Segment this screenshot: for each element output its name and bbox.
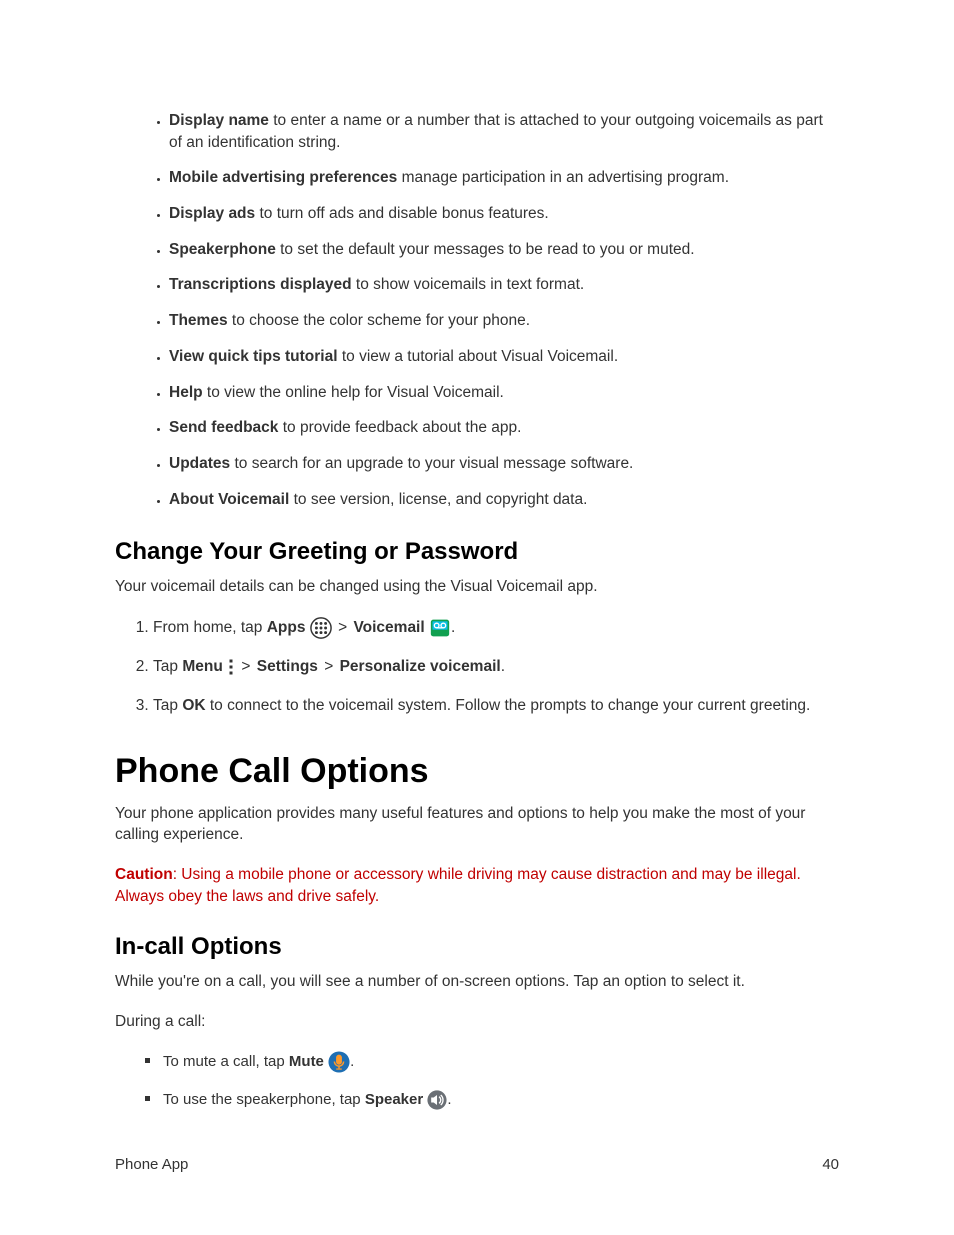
list-item: Updates to search for an upgrade to your… [169,453,839,475]
footer-section-title: Phone App [115,1156,188,1173]
item-desc: to show voicemails in text format. [352,276,585,293]
item-label: Updates [169,455,230,472]
menu-label: Menu [182,658,222,675]
item-label: Display ads [169,205,255,222]
incall-intro-text: While you're on a call, you will see a n… [115,971,839,993]
item-label: Display name [169,112,269,129]
greeting-steps: From home, tap Apps > Voicemail . Tap Me… [115,616,839,718]
page-content: Display name to enter a name or a number… [0,0,954,1112]
step-3: Tap OK to connect to the voicemail syste… [153,694,839,717]
apps-label: Apps [267,619,306,636]
item-label: Themes [169,312,228,329]
item-label: Help [169,384,203,401]
mute-icon [328,1051,350,1073]
item-label: View quick tips tutorial [169,348,338,365]
list-item: Display ads to turn off ads and disable … [169,203,839,225]
list-item: Speakerphone to set the default your mes… [169,239,839,261]
voicemail-label: Voicemail [353,619,424,636]
apps-icon [310,617,332,639]
separator: > [235,658,257,675]
ok-label: OK [182,697,205,714]
page-footer: Phone App 40 [115,1156,839,1173]
item-desc: manage participation in an advertising p… [397,169,729,186]
speaker-label: Speaker [365,1091,423,1108]
phone-call-intro-text: Your phone application provides many use… [115,803,839,846]
voicemail-settings-list: Display name to enter a name or a number… [115,110,839,510]
personalize-label: Personalize voicemail [340,658,501,675]
heading-phone-call-options: Phone Call Options [115,752,839,791]
list-item: Display name to enter a name or a number… [169,110,839,153]
list-item: Transcriptions displayed to show voicema… [169,274,839,296]
item-desc: to choose the color scheme for your phon… [228,312,530,329]
item-label: About Voicemail [169,491,289,508]
greeting-intro-text: Your voicemail details can be changed us… [115,576,839,598]
separator: > [318,658,340,675]
item-desc: to provide feedback about the app. [278,419,521,436]
text: . [501,658,505,675]
item-label: Transcriptions displayed [169,276,352,293]
list-item: Themes to choose the color scheme for yo… [169,310,839,332]
item-label: Mobile advertising preferences [169,169,397,186]
incall-actions-list: To mute a call, tap Mute . To use the sp… [115,1051,839,1112]
item-desc: to view a tutorial about Visual Voicemai… [338,348,619,365]
item-label: Speakerphone [169,241,276,258]
footer-page-number: 40 [822,1156,839,1173]
text: Tap [153,697,182,714]
item-desc: to set the default your messages to be r… [276,241,695,258]
settings-label: Settings [257,658,318,675]
item-desc: to see version, license, and copyright d… [289,491,587,508]
text: To use the speakerphone, tap [163,1091,365,1108]
during-call-text: During a call: [115,1011,839,1033]
separator: > [332,619,354,636]
text: to connect to the voicemail system. Foll… [206,697,811,714]
step-1: From home, tap Apps > Voicemail . [153,616,839,639]
item-desc: to view the online help for Visual Voice… [203,384,504,401]
speaker-icon [427,1090,447,1110]
text: To mute a call, tap [163,1053,289,1070]
item-desc: to search for an upgrade to your visual … [230,455,633,472]
caution-text: Caution: Using a mobile phone or accesso… [115,864,839,907]
mute-label: Mute [289,1053,324,1070]
item-desc: to turn off ads and disable bonus featur… [255,205,549,222]
list-item: Help to view the online help for Visual … [169,382,839,404]
heading-change-greeting: Change Your Greeting or Password [115,538,839,566]
text: . [350,1053,354,1070]
text: From home, tap [153,619,267,636]
voicemail-icon [429,618,451,638]
list-item: To use the speakerphone, tap Speaker . [145,1089,839,1112]
caution-label: Caution [115,866,173,883]
text: Tap [153,658,182,675]
caution-body: : Using a mobile phone or accessory whil… [115,866,801,905]
list-item: To mute a call, tap Mute . [145,1051,839,1074]
menu-overflow-icon [227,658,235,676]
list-item: About Voicemail to see version, license,… [169,489,839,511]
text: . [451,619,455,636]
item-label: Send feedback [169,419,278,436]
list-item: Mobile advertising preferences manage pa… [169,167,839,189]
text: . [447,1091,451,1108]
list-item: Send feedback to provide feedback about … [169,417,839,439]
list-item: View quick tips tutorial to view a tutor… [169,346,839,368]
heading-incall-options: In-call Options [115,933,839,961]
step-2: Tap Menu > Settings > Personalize voicem… [153,655,839,678]
